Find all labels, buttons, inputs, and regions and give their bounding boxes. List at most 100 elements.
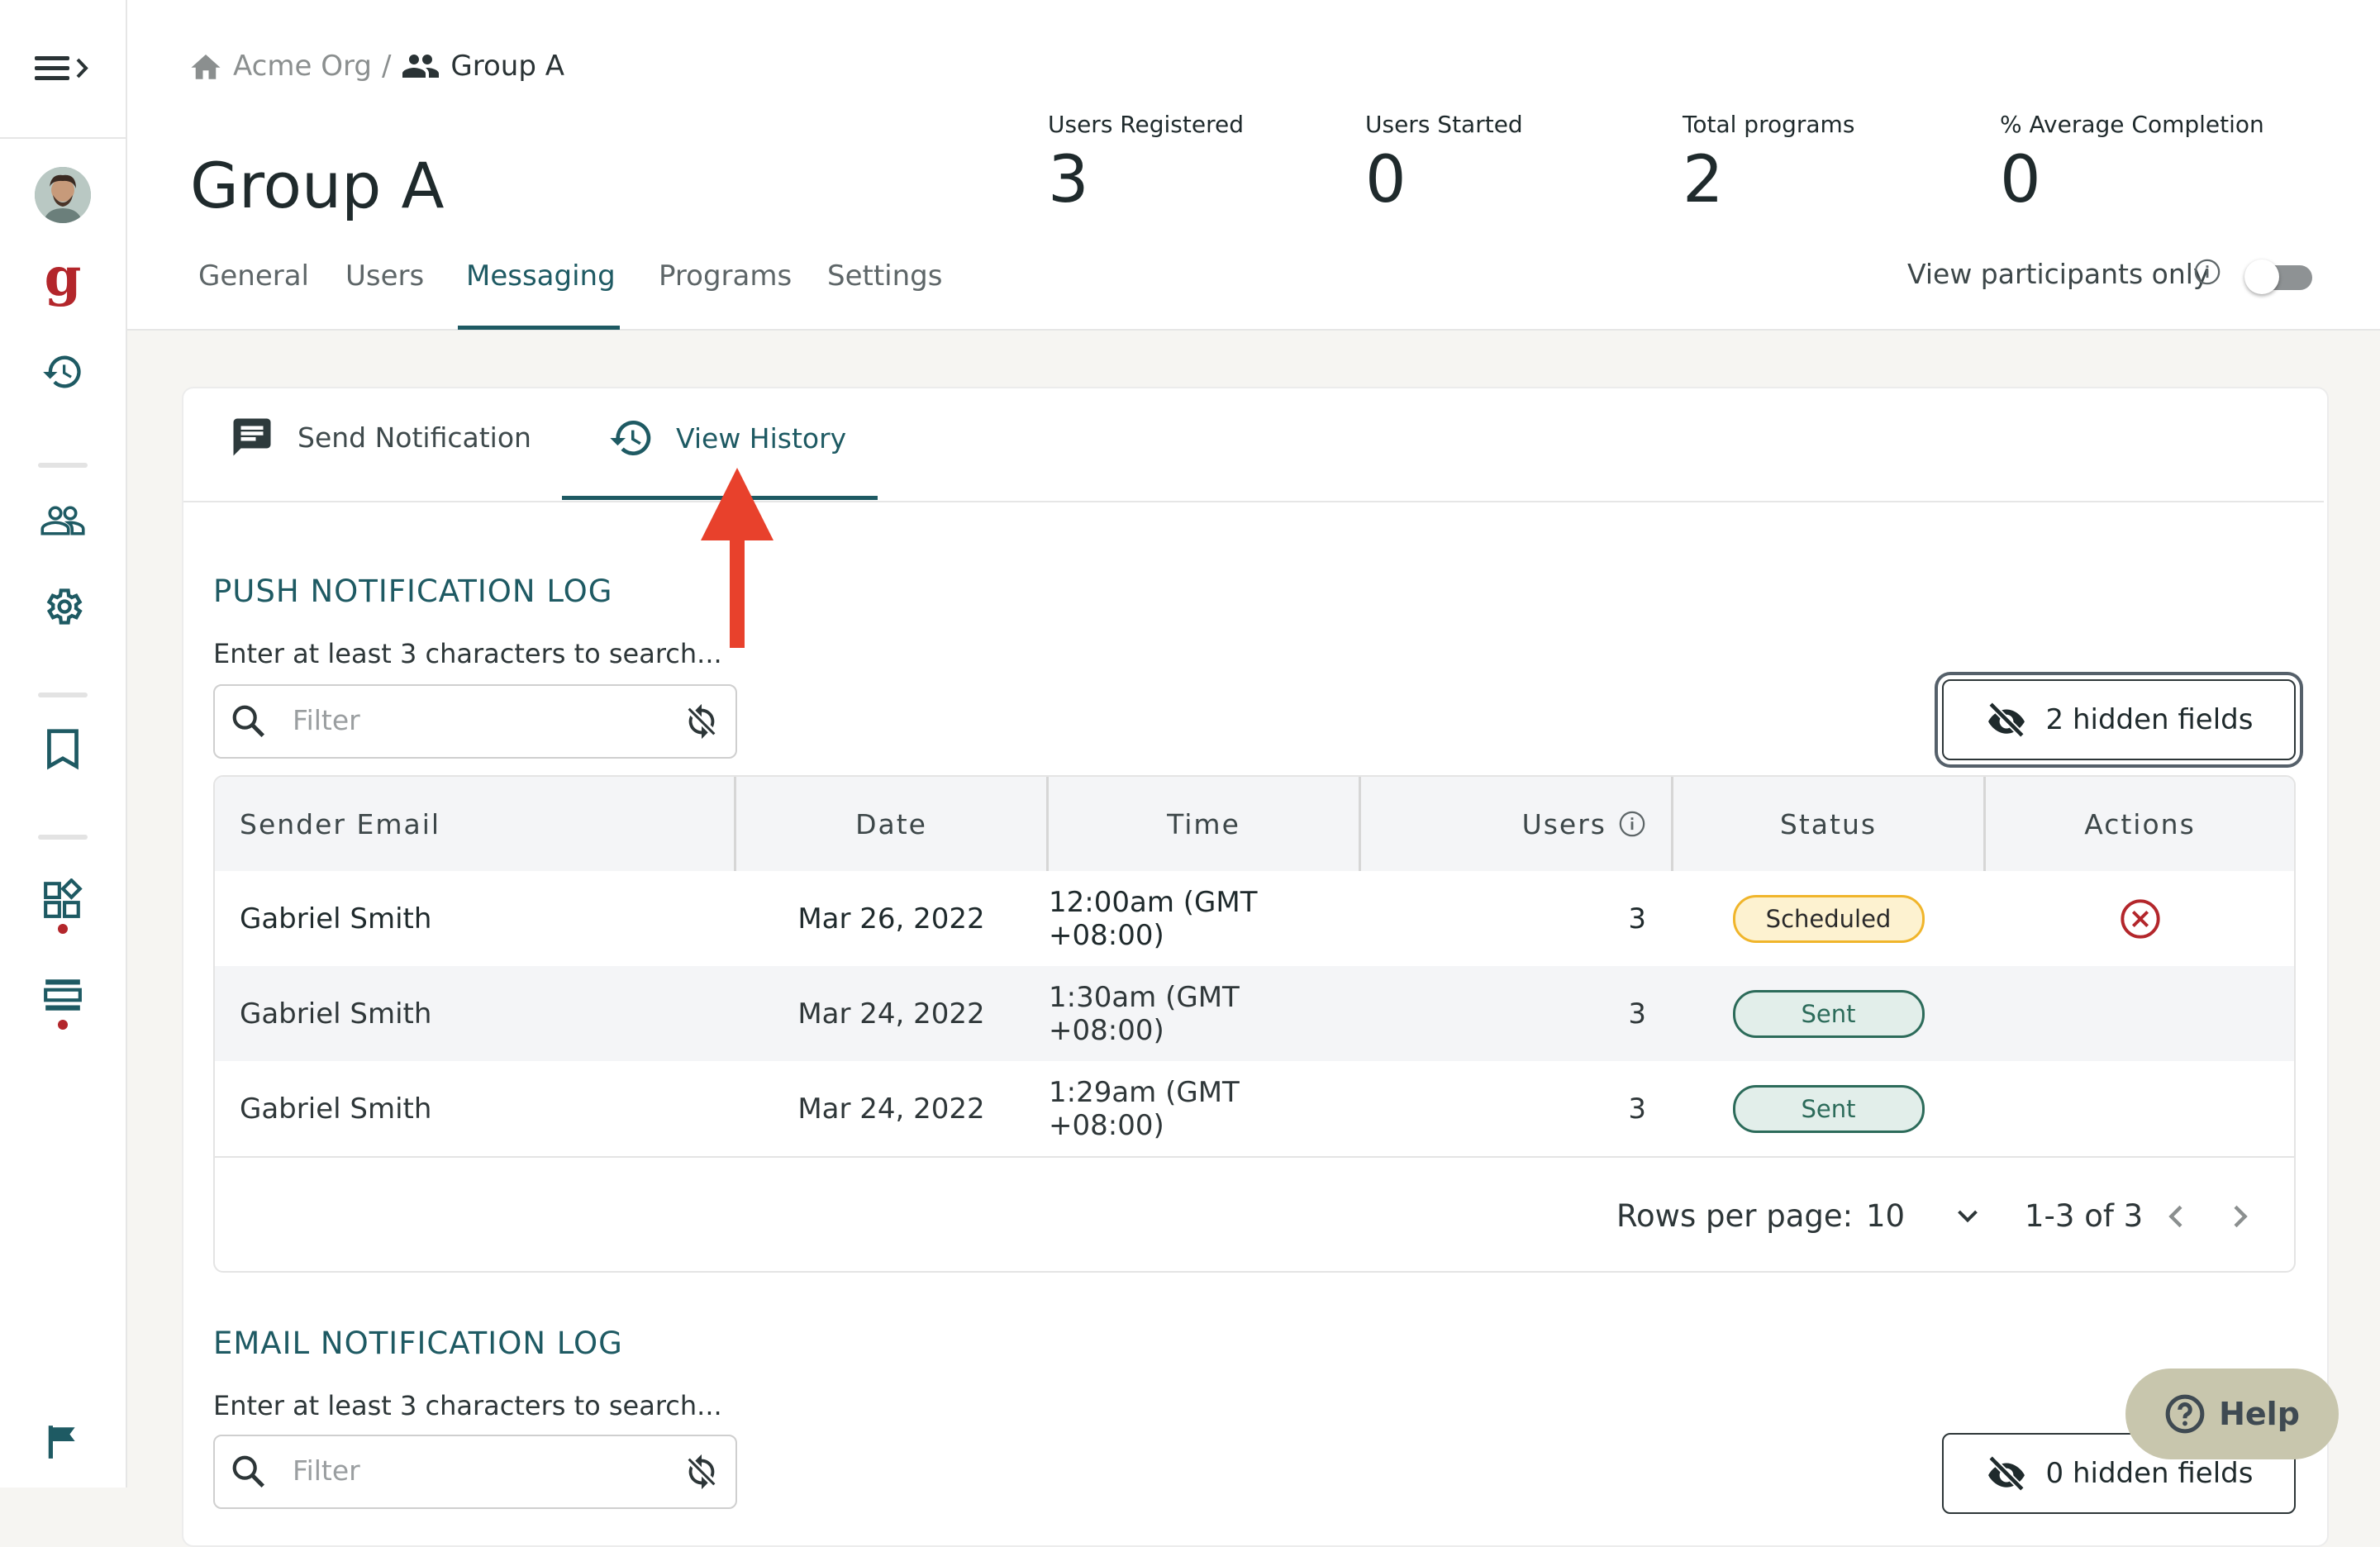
push-log-filter[interactable]: Filter	[213, 684, 737, 759]
cell-status: Sent	[1673, 966, 1983, 1061]
cell-time: 1:30am (GMT +08:00)	[1049, 980, 1240, 1047]
email-log-title: EMAIL NOTIFICATION LOG	[213, 1326, 623, 1361]
cancel-icon[interactable]	[2119, 897, 2162, 940]
push-log-table: Sender Email Date Time Users Status Acti…	[213, 775, 2296, 1273]
status-badge: Scheduled	[1732, 894, 1925, 943]
info-icon[interactable]	[2193, 258, 2221, 286]
refresh-icon[interactable]	[683, 702, 721, 740]
status-badge: Sent	[1732, 989, 1925, 1038]
breadcrumb-group: Group A	[450, 50, 564, 83]
filter-placeholder: Filter	[293, 704, 360, 736]
pagination-range: 1-3 of 3	[2025, 1198, 2144, 1234]
visibility-off-icon	[1985, 701, 2028, 739]
column-header-status[interactable]: Status	[1673, 777, 1983, 871]
tab-messaging[interactable]: Messaging	[466, 259, 616, 293]
tab-programs[interactable]: Programs	[659, 259, 792, 293]
history-icon[interactable]	[38, 347, 88, 397]
help-label: Help	[2219, 1396, 2300, 1432]
column-header-label: Users	[1521, 807, 1606, 840]
stat-label: % Average Completion	[2000, 111, 2264, 138]
email-log-search-hint: Enter at least 3 characters to search...	[213, 1390, 722, 1421]
hidden-fields-label: 0 hidden fields	[2045, 1457, 2254, 1490]
cell-sender: Gabriel Smith	[240, 902, 432, 935]
push-log-title: PUSH NOTIFICATION LOG	[213, 574, 613, 609]
participants-toggle[interactable]	[2244, 259, 2314, 294]
home-icon[interactable]	[188, 50, 223, 83]
stat-label: Users Registered	[1048, 111, 1244, 138]
people-icon	[401, 50, 440, 83]
push-log-search-hint: Enter at least 3 characters to search...	[213, 638, 722, 669]
cell-users: 3	[1628, 1092, 1646, 1126]
chevron-down-icon	[1953, 1202, 1983, 1231]
column-header-date[interactable]: Date	[736, 777, 1046, 871]
table-footer-divider	[215, 1156, 2294, 1158]
chevron-right-icon[interactable]	[2223, 1200, 2256, 1233]
subtab-label: Send Notification	[298, 421, 531, 454]
info-icon[interactable]	[1618, 810, 1646, 838]
breadcrumb-org[interactable]: Acme Org	[233, 50, 372, 83]
bookmark-icon[interactable]	[38, 724, 88, 774]
stat-users-registered: Users Registered 3	[1048, 111, 1244, 217]
cell-users: 3	[1628, 902, 1646, 935]
cell-date: Mar 24, 2022	[797, 997, 985, 1031]
notification-dot	[58, 1020, 68, 1030]
annotation-arrow	[701, 468, 774, 653]
subtab-view-history[interactable]: View History	[608, 415, 846, 461]
rows-per-page-label: Rows per page:	[1616, 1198, 1854, 1234]
tab-general[interactable]: General	[198, 259, 309, 293]
apps-icon[interactable]	[38, 874, 88, 924]
cell-users: 3	[1628, 997, 1646, 1031]
participants-toggle-label: View participants only	[1907, 258, 2210, 290]
cell-actions	[1986, 871, 2294, 966]
stat-value: 0	[2000, 143, 2041, 217]
cell-date: Mar 24, 2022	[797, 1092, 985, 1126]
column-header-time[interactable]: Time	[1049, 777, 1359, 871]
table-row[interactable]: Gabriel Smith Mar 24, 2022 1:29am (GMT +…	[215, 1061, 2294, 1156]
gear-icon[interactable]	[38, 582, 88, 631]
refresh-icon[interactable]	[683, 1453, 721, 1491]
sidebar-separator	[38, 463, 88, 468]
status-badge: Sent	[1732, 1084, 1925, 1133]
subtab-label: View History	[676, 421, 847, 455]
people-icon[interactable]	[38, 496, 88, 545]
tab-settings[interactable]: Settings	[827, 259, 942, 293]
breadcrumb-separator: /	[381, 50, 392, 83]
column-header-actions[interactable]: Actions	[1986, 777, 2294, 871]
table-row[interactable]: Gabriel Smith Mar 26, 2022 12:00am (GMT …	[215, 871, 2294, 966]
history-icon	[608, 415, 654, 461]
stat-label: Total programs	[1683, 111, 1855, 138]
page-title: Group A	[190, 149, 445, 222]
column-header-users[interactable]: Users	[1361, 777, 1671, 871]
help-icon	[2164, 1393, 2206, 1435]
sidebar-separator	[38, 835, 88, 840]
cell-date: Mar 26, 2022	[797, 902, 985, 935]
help-button[interactable]: Help	[2125, 1368, 2339, 1459]
tab-users[interactable]: Users	[345, 259, 424, 293]
stat-total-programs: Total programs 2	[1683, 111, 1854, 217]
list-icon[interactable]	[38, 970, 88, 1020]
cell-time: 1:29am (GMT +08:00)	[1049, 1075, 1240, 1142]
sidebar-separator	[38, 693, 88, 697]
avatar[interactable]	[35, 167, 91, 223]
cell-status: Sent	[1673, 1061, 1983, 1156]
rows-per-page-value: 10	[1866, 1198, 1906, 1234]
menu-expand-icon[interactable]	[30, 48, 96, 89]
visibility-off-icon	[1985, 1454, 2028, 1492]
stat-value: 3	[1048, 143, 1089, 217]
flag-icon[interactable]	[38, 1416, 88, 1466]
table-row[interactable]: Gabriel Smith Mar 24, 2022 1:30am (GMT +…	[215, 966, 2294, 1061]
filter-placeholder: Filter	[293, 1454, 360, 1487]
push-hidden-fields-button[interactable]: 2 hidden fields	[1942, 679, 2296, 760]
brand-logo-icon[interactable]: g	[38, 251, 88, 312]
sidebar-divider	[0, 137, 126, 139]
hidden-fields-label: 2 hidden fields	[2045, 703, 2254, 736]
rows-per-page-select[interactable]: 10	[1866, 1198, 1983, 1234]
cell-actions	[1986, 966, 2294, 1061]
search-icon	[230, 702, 268, 740]
column-header-sender-email[interactable]: Sender Email	[215, 777, 734, 871]
subtab-send-notification[interactable]: Send Notification	[230, 415, 531, 459]
email-log-filter[interactable]: Filter	[213, 1435, 737, 1509]
chevron-left-icon[interactable]	[2160, 1200, 2193, 1233]
active-tab-indicator	[458, 326, 620, 330]
subtab-divider	[183, 501, 2324, 502]
